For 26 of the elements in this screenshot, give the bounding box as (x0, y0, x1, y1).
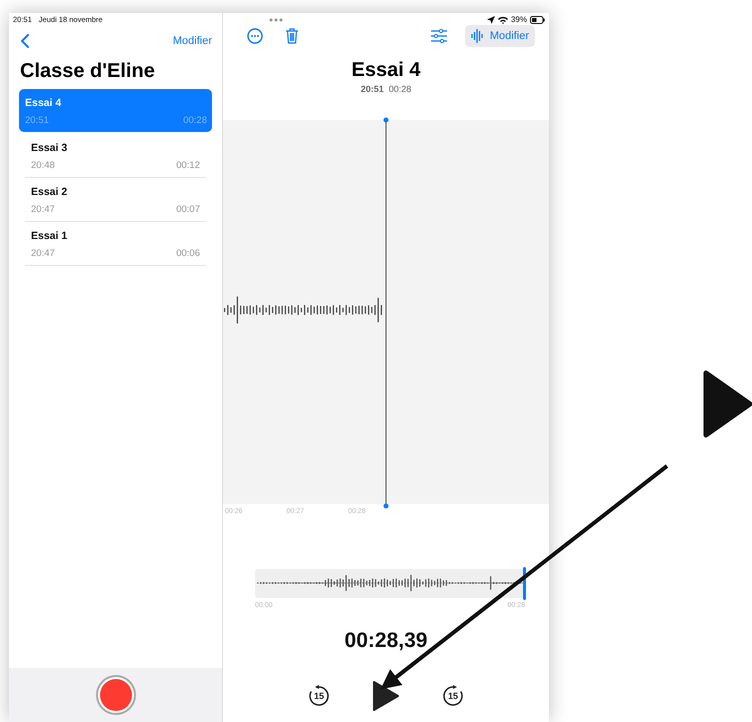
battery-percent: 39% (510, 15, 527, 24)
skip-forward-button[interactable]: 15 (441, 684, 465, 708)
play-button[interactable] (373, 681, 399, 711)
recording-title: Essai 4 (352, 59, 420, 82)
waveform-icon (470, 29, 484, 43)
wifi-icon (498, 16, 508, 24)
battery-icon (530, 16, 545, 24)
playhead-line[interactable] (383, 117, 389, 509)
record-button[interactable] (96, 675, 136, 715)
recording-item[interactable]: Essai 3 20:48 00:12 (25, 134, 206, 178)
folder-title: Classe d'Eline (20, 60, 156, 83)
recording-item[interactable]: Essai 2 20:47 00:07 (25, 178, 206, 222)
elapsed-time: 00:28,39 (344, 629, 428, 653)
more-icon[interactable] (247, 28, 263, 44)
settings-sliders-icon[interactable] (430, 29, 447, 43)
skip-back-button[interactable]: 15 (307, 684, 331, 708)
recording-time: 20:51 (360, 84, 384, 94)
trash-icon[interactable] (285, 28, 299, 44)
play-icon (703, 370, 752, 438)
recording-item[interactable]: Essai 1 20:47 00:06 (25, 222, 206, 266)
overview-playhead[interactable] (523, 567, 526, 600)
edit-button[interactable]: Modifier (172, 35, 212, 47)
back-icon[interactable] (21, 34, 29, 48)
multitask-dots-icon[interactable] (269, 18, 283, 22)
recording-duration: 00:28 (388, 84, 412, 94)
recording-item[interactable]: Essai 4 20:51 00:28 (19, 89, 212, 132)
